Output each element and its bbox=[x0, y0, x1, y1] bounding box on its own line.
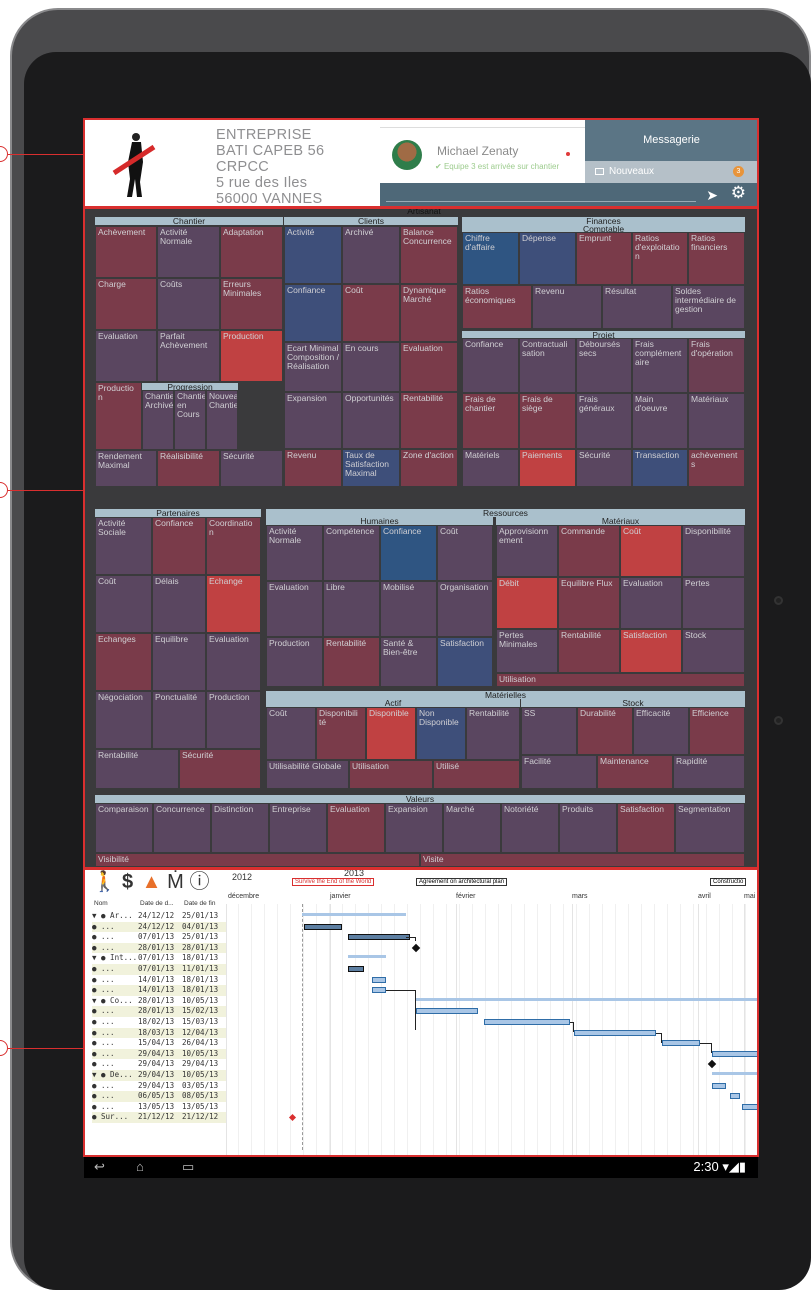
recent-apps-icon[interactable]: ▭ bbox=[182, 1159, 194, 1175]
camera-lens bbox=[774, 596, 783, 605]
callout-line bbox=[8, 154, 84, 155]
camera-lens bbox=[774, 716, 783, 725]
callout-box bbox=[83, 868, 759, 1157]
status-clock: 2:30 ▾◢▮ bbox=[693, 1159, 746, 1174]
callout-marker bbox=[0, 482, 8, 498]
back-icon[interactable]: ↩ bbox=[94, 1159, 105, 1175]
callout-line bbox=[8, 490, 84, 491]
callout-box bbox=[83, 118, 759, 208]
callout-box bbox=[83, 207, 759, 869]
android-status-bar: ↩ ⌂ ▭ 2:30 ▾◢▮ bbox=[84, 1156, 758, 1178]
clock-time: 2:30 bbox=[693, 1159, 719, 1174]
callout-marker bbox=[0, 146, 8, 162]
home-icon[interactable]: ⌂ bbox=[136, 1159, 144, 1174]
callout-marker bbox=[0, 1040, 8, 1056]
callout-line bbox=[8, 1048, 84, 1049]
